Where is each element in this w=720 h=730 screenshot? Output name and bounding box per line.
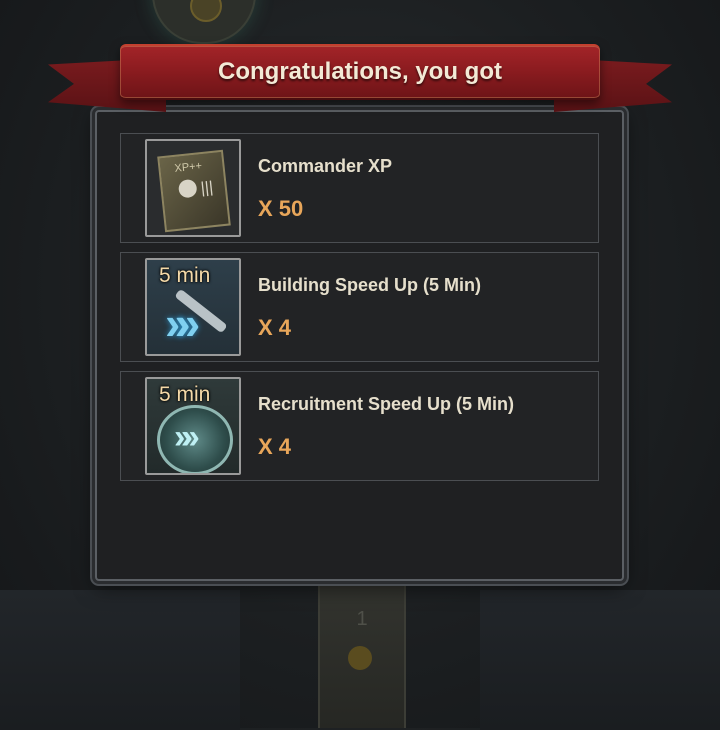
recruitment-speedup-icon: 5 min »» — [145, 377, 241, 475]
duration-badge: 5 min — [159, 264, 211, 287]
background-banner-number: 1 — [356, 608, 368, 630]
reward-quantity: X 4 — [258, 434, 292, 459]
background-banner: 1 — [318, 582, 406, 728]
reward-name: Commander XP — [258, 156, 393, 176]
double-chevron-icon: »» — [165, 297, 200, 349]
title-ribbon: Congratulations, you got — [120, 44, 600, 100]
reward-row-building-speedup: 5 min »» Building Speed Up (5 Min) X 4 — [120, 252, 599, 362]
background-gem-icon — [348, 646, 372, 670]
reward-name: Recruitment Speed Up (5 Min) — [258, 394, 515, 414]
reward-quantity: X 4 — [258, 315, 292, 340]
double-chevron-icon: »» — [174, 418, 200, 456]
rank-bars-icon: ||| — [199, 179, 215, 198]
xp-book-label: XP++ — [173, 160, 203, 175]
background-stairs-right — [480, 590, 720, 730]
shield-icon: »» — [157, 405, 233, 473]
reward-name: Building Speed Up (5 Min) — [258, 275, 481, 295]
skull-icon — [177, 178, 198, 199]
reward-quantity: X 50 — [258, 196, 304, 221]
building-speedup-icon: 5 min »» — [145, 258, 241, 356]
background-medal — [152, 0, 256, 44]
reward-row-commander-xp: XP++ ||| Commander XP X 50 — [120, 133, 599, 243]
dialog-title: Congratulations, you got — [218, 58, 502, 85]
xp-book-icon: XP++ ||| — [145, 139, 241, 237]
duration-badge: 5 min — [159, 383, 211, 406]
background-stairs-left — [0, 590, 240, 730]
reward-row-recruitment-speedup: 5 min »» Recruitment Speed Up (5 Min) X … — [120, 371, 599, 481]
